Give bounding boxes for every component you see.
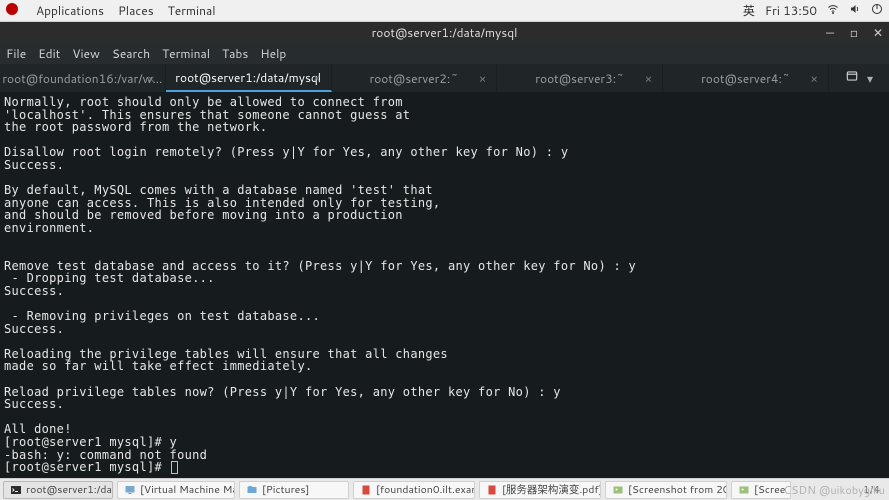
task-vmm[interactable]: [Virtual Machine Manag… [117, 481, 235, 499]
task-label: [Pictures] [262, 483, 309, 497]
task-label: [foundation0.ilt.exampl… [376, 483, 475, 497]
workspace-pager[interactable]: 1/4 [857, 483, 886, 497]
terminal-text: Normally, root should only be allowed to… [4, 95, 636, 474]
task-label: [服务器架构演变.pdf] [502, 482, 601, 497]
new-tab-icon[interactable] [845, 69, 859, 87]
wifi-icon[interactable] [827, 2, 839, 19]
task-foundation-pdf[interactable]: [foundation0.ilt.exampl… [353, 481, 475, 499]
image-icon [738, 484, 750, 496]
maximize-button[interactable]: ▫ [847, 24, 861, 41]
tab-extra: ▾ [829, 64, 889, 92]
tab-label: root@server2:~ [370, 70, 459, 87]
close-icon[interactable]: × [147, 70, 155, 87]
close-icon[interactable]: × [479, 70, 487, 87]
clock[interactable]: Fri 13:50 [765, 2, 817, 19]
tab-server3[interactable]: root@server3:~ × [497, 64, 663, 92]
task-label: [Virtual Machine Manag… [140, 483, 235, 497]
terminal-icon [10, 484, 22, 496]
task-terminal[interactable]: root@server1:/data/m… [3, 481, 113, 499]
input-method[interactable]: 英 [743, 2, 755, 19]
terminal-window: root@server1:/data/mysql — ▫ ✕ File Edit… [0, 22, 889, 478]
tab-label: root@server1:/data/mysql [175, 69, 321, 86]
tab-label: root@server4:~ [701, 70, 790, 87]
places-menu[interactable]: Places [118, 2, 154, 19]
task-label: [Scree [754, 483, 785, 497]
task-screenshot2[interactable]: [Scree [731, 481, 791, 499]
chevron-down-icon[interactable]: ▾ [867, 70, 873, 87]
tab-label: root@foundation16:/var/w… [2, 70, 162, 87]
window-title: root@server1:/data/mysql [372, 24, 518, 41]
pdf-icon [486, 484, 498, 496]
menu-help[interactable]: Help [260, 45, 286, 62]
task-label: root@server1:/data/m… [26, 483, 113, 497]
task-arch-pdf[interactable]: [服务器架构演变.pdf] [479, 481, 601, 499]
menu-view[interactable]: View [72, 45, 100, 62]
terminal-cursor [171, 461, 178, 474]
vm-icon [124, 484, 136, 496]
fedora-logo-icon [6, 2, 22, 19]
gnome-topbar: Applications Places Terminal 英 Fri 13:50 [0, 0, 889, 22]
tab-server1[interactable]: root@server1:/data/mysql × [166, 64, 332, 92]
minimize-button[interactable]: — [823, 24, 837, 41]
close-button[interactable]: ✕ [871, 24, 885, 41]
tabbar: root@foundation16:/var/w… × root@server1… [0, 64, 889, 92]
menu-tabs[interactable]: Tabs [222, 45, 248, 62]
terminal-menu-label[interactable]: Terminal [168, 2, 216, 19]
menu-terminal[interactable]: Terminal [162, 45, 210, 62]
window-titlebar[interactable]: root@server1:/data/mysql — ▫ ✕ [0, 22, 889, 42]
volume-icon[interactable] [849, 2, 861, 19]
menu-file[interactable]: File [6, 45, 26, 62]
task-screenshot1[interactable]: [Screenshot from 202… [605, 481, 727, 499]
tab-server4[interactable]: root@server4:~ × [663, 64, 829, 92]
close-icon[interactable]: × [313, 69, 321, 86]
taskbar: root@server1:/data/m… [Virtual Machine M… [0, 478, 889, 500]
tab-foundation16[interactable]: root@foundation16:/var/w… × [0, 64, 166, 92]
folder-icon [246, 484, 258, 496]
menubar: File Edit View Search Terminal Tabs Help [0, 42, 889, 64]
task-pictures[interactable]: [Pictures] [239, 481, 349, 499]
menu-edit[interactable]: Edit [38, 45, 60, 62]
tab-server2[interactable]: root@server2:~ × [332, 64, 498, 92]
image-icon [612, 484, 624, 496]
close-icon[interactable]: × [810, 70, 818, 87]
close-icon[interactable]: × [645, 70, 653, 87]
power-icon[interactable] [871, 2, 883, 19]
task-label: [Screenshot from 202… [628, 483, 727, 497]
menu-search[interactable]: Search [112, 45, 150, 62]
tab-label: root@server3:~ [535, 70, 624, 87]
applications-menu[interactable]: Applications [36, 2, 104, 19]
pdf-icon [360, 484, 372, 496]
terminal-output[interactable]: Normally, root should only be allowed to… [0, 92, 889, 478]
